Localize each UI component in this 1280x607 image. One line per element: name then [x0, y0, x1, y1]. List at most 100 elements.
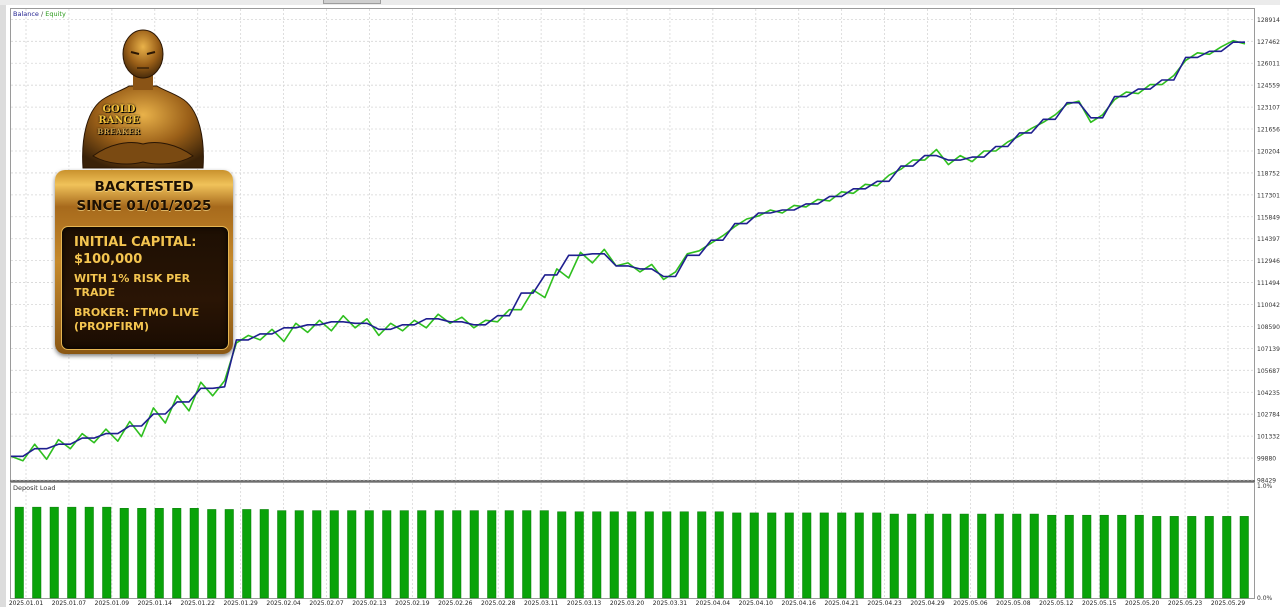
header-line-1: BACKTESTED [94, 179, 194, 195]
y-tick-label: 114397 [1257, 236, 1280, 243]
deposit-load-bar [784, 512, 794, 599]
deposit-load-bar [574, 511, 584, 599]
chart-title: Balance / Equity [13, 10, 66, 18]
initial-capital-value: $100,000 [74, 252, 143, 267]
plaque-body: INITIAL CAPITAL: $100,000 WITH 1% RISK P… [61, 226, 229, 350]
x-tick-label: 2025.03.11 [524, 600, 559, 607]
deposit-load-bar [539, 510, 549, 599]
deposit-load-bar [207, 509, 217, 599]
y-tick-label: 128914 [1257, 17, 1280, 24]
y-tick-label: 117301 [1257, 192, 1280, 199]
deposit-load-bar [924, 513, 934, 599]
deposit-load-bar [1117, 514, 1127, 599]
equity-title: Equity [45, 10, 66, 18]
logo-word-breaker: BREAKER [97, 127, 141, 136]
x-tick-label: 2025.04.29 [910, 600, 945, 607]
deposit-load-bar [802, 512, 812, 599]
deposit-load-bar [1187, 516, 1197, 599]
x-tick-label: 2025.04.23 [867, 600, 902, 607]
deposit-load-bar [872, 512, 882, 599]
deposit-load-bar [329, 510, 339, 599]
x-tick-label: 2025.03.13 [567, 600, 602, 607]
deposit-load-bar [679, 511, 689, 599]
x-axis-labels: 2025.01.01 2025.01.07 2025.01.09 2025.01.14… [9, 600, 1246, 607]
y-tick-label: 121656 [1257, 127, 1280, 134]
deposit-load-bar [364, 510, 374, 599]
deposit-load-bar [417, 510, 427, 599]
deposit-load-bar [49, 506, 59, 599]
gold-range-breaker-logo: GOLD RANGE BREAKER [95, 104, 143, 137]
x-tick-label: 2025.05.15 [1082, 600, 1117, 607]
deposit-load-bar [189, 508, 199, 599]
y-tick-label: 108590 [1257, 324, 1280, 331]
deposit-load-bar [224, 509, 234, 599]
deposit-load-bar [102, 506, 112, 599]
y-tick-label: 110042 [1257, 302, 1280, 309]
x-tick-label: 2025.04.16 [782, 600, 817, 607]
deposit-load-bar [994, 513, 1004, 599]
deposit-load-bar [1134, 514, 1144, 599]
x-tick-label: 2025.01.22 [181, 600, 216, 607]
deposit-load-bar [1064, 514, 1074, 599]
y-tick-label: 112946 [1257, 258, 1280, 265]
y-tick-label: 120204 [1257, 148, 1280, 155]
deposit-load-bar [977, 513, 987, 599]
deposit-load-title: Deposit Load [13, 484, 56, 492]
deposit-load-bar [382, 510, 392, 599]
deposit-load-bar [294, 510, 304, 599]
deposit-load-bar [67, 506, 77, 599]
deposit-load-bar [242, 509, 252, 599]
y-tick-label: 115849 [1257, 214, 1280, 221]
deposit-load-bar [1152, 516, 1162, 599]
deposit-load-bar [452, 510, 462, 599]
x-tick-label: 2025.05.23 [1168, 600, 1203, 607]
plaque-header: BACKTESTED SINCE 01/01/2025 [63, 178, 225, 222]
deposit-load-bar [854, 512, 864, 599]
deposit-load-bar [644, 511, 654, 599]
y-tick-label: 123107 [1257, 105, 1280, 112]
deposit-load-bar [749, 512, 759, 599]
deposit-load-bar [259, 509, 269, 599]
deposit-load-bar [732, 512, 742, 599]
deposit-load-bar [504, 510, 514, 599]
x-tick-label: 2025.01.01 [9, 600, 44, 607]
y-tick-label: 104235 [1257, 390, 1280, 397]
header-line-2: SINCE 01/01/2025 [76, 198, 212, 214]
x-tick-label: 2025.01.29 [223, 600, 258, 607]
deposit-load-bar [662, 511, 672, 599]
x-tick-label: 2025.04.21 [824, 600, 859, 607]
risk-line-2: TRADE [74, 286, 116, 299]
x-tick-label: 2025.02.26 [438, 600, 473, 607]
deposit-load-bar [942, 513, 952, 599]
y-tick-label: 107139 [1257, 346, 1280, 353]
y-tick-label: 99880 [1257, 456, 1276, 463]
deposit-load-bar [1047, 514, 1057, 599]
deposit-load-bar [819, 512, 829, 599]
deposit-load-bar [469, 510, 479, 599]
x-tick-label: 2025.05.29 [1211, 600, 1246, 607]
deposit-load-bar [522, 510, 532, 599]
deposit-load-bar [154, 508, 164, 599]
broker-line-2: (PROPFIRM) [74, 320, 150, 333]
x-tick-label: 2025.03.20 [610, 600, 645, 607]
deposit-load-bar [399, 510, 409, 599]
initial-capital-label: INITIAL CAPITAL: [74, 235, 197, 250]
deposit-load-bar [767, 512, 777, 599]
deposit-load-bar [172, 508, 182, 599]
bodybuilder-figure-icon [82, 29, 204, 169]
x-tick-label: 2025.01.09 [95, 600, 130, 607]
x-tick-label: 2025.02.19 [395, 600, 430, 607]
x-tick-label: 2025.03.31 [653, 600, 688, 607]
broker-line-1: BROKER: FTMO LIVE [74, 306, 200, 319]
y-tick-label: 101332 [1257, 434, 1280, 441]
deposit-load-bar [1029, 513, 1039, 599]
y-tick-label: 102784 [1257, 412, 1280, 419]
y-tick-label: 105687 [1257, 368, 1280, 375]
logo-word-gold: GOLD [102, 104, 136, 115]
y-tick-label: 126011 [1257, 61, 1280, 68]
y-tick-label: 111494 [1257, 280, 1280, 287]
x-tick-label: 2025.01.14 [138, 600, 173, 607]
x-tick-label: 2025.05.12 [1039, 600, 1074, 607]
y-tick-label: 124559 [1257, 83, 1280, 90]
deposit-load-bar [312, 510, 322, 599]
